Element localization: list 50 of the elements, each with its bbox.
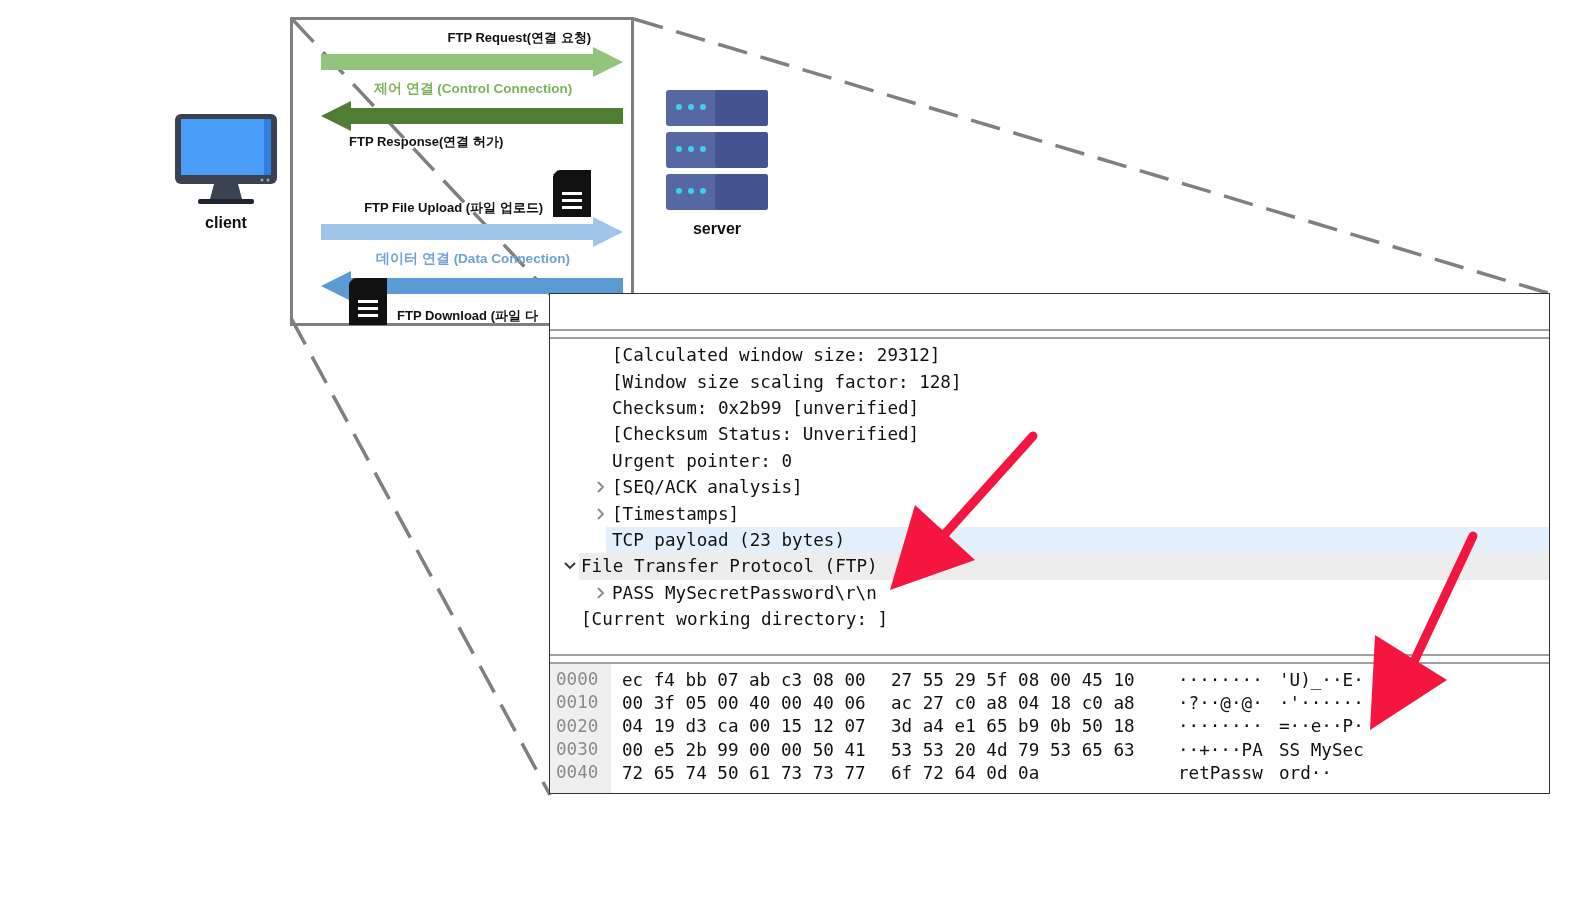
chevron-right-icon[interactable] [595,586,607,599]
ascii-bytes: =··e··P· [1279,716,1364,737]
hex-bytes: 04 19 d3 ca 00 15 12 07 [622,716,866,737]
hex-bytes: ec f4 bb 07 ab c3 08 00 [622,669,866,690]
ascii-bytes: ········ [1178,669,1263,690]
flow-label: FTP Download (파일 다 [397,307,538,325]
ascii-bytes: ··+···PA [1178,739,1263,760]
byte-offset: 0030 [556,737,600,761]
byte-offset: 0020 [556,714,600,738]
hex-bytes: 00 3f 05 00 40 00 40 06 [622,692,866,713]
hex-bytes: 27 55 29 5f 08 00 45 10 [891,669,1135,690]
ascii-bytes: ·'······ [1279,692,1364,713]
server-icon [665,89,769,212]
tree-item[interactable]: [Window size scaling factor: 128] [610,368,1549,395]
tree-item[interactable]: [Checksum Status: Unverified] [610,421,1549,448]
byte-offset: 0040 [556,761,600,785]
tree-item[interactable]: [Current working directory: ] [579,605,1549,633]
byte-offset: 0010 [556,691,600,715]
document-icon [349,278,387,325]
byte-offset: 0000 [556,668,600,691]
server-label: server [692,220,741,238]
flow-label: FTP Request(연결 요청) [447,29,591,47]
hex-bytes: 00 e5 2b 99 00 00 50 41 [622,739,866,760]
tree-item[interactable]: [SEQ/ACK analysis] [610,473,1549,501]
chevron-right-icon[interactable] [595,507,607,520]
flow-label: FTP Response(연결 허가) [349,133,504,151]
flow-label: FTP File Upload (파일 업로드) [364,199,543,217]
tree-item[interactable]: [Timestamps] [610,500,1549,527]
hex-bytes: ac 27 c0 a8 04 18 c0 a8 [891,692,1135,713]
hex-bytes: 53 53 20 4d 79 53 65 63 [891,739,1135,760]
ascii-bytes: SS MySec [1279,739,1364,760]
ascii-bytes: ········ [1178,716,1263,737]
tree-item[interactable]: PASS MySecretPassword\r\n [610,579,1549,606]
client-label: client [205,214,247,232]
hex-bytes: 72 65 74 50 61 73 73 77 [622,762,866,783]
tree-item[interactable]: [Calculated window size: 29312] [610,342,1549,369]
tree-item[interactable]: TCP payload (23 bytes) [606,526,1549,554]
tree-item[interactable]: File Transfer Protocol (FTP) [579,553,1549,580]
tree-item[interactable]: Checksum: 0x2b99 [unverified] [610,394,1549,422]
ascii-bytes: 'U)_··E· [1279,669,1364,690]
monitor-icon [174,113,278,206]
channel-label: 제어 연결 (Control Connection) [372,80,574,98]
chevron-right-icon[interactable] [595,481,607,494]
ascii-bytes: retPassw [1178,762,1263,783]
ascii-bytes: ·?··@·@· [1178,692,1263,713]
hex-bytes: 6f 72 64 0d 0a [891,762,1040,783]
ascii-bytes: ord·· [1279,762,1332,783]
hex-bytes: 3d a4 e1 65 b9 0b 50 18 [891,716,1135,737]
document-icon [553,170,591,217]
tree-item[interactable]: Urgent pointer: 0 [610,447,1549,474]
